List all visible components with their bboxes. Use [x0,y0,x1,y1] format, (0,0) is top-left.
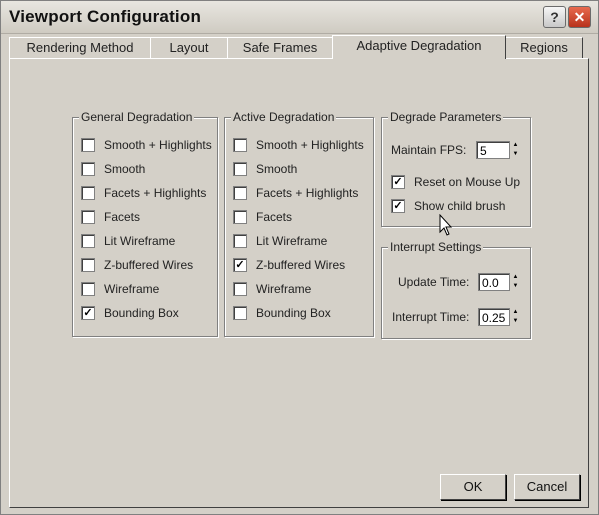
checkbox-box[interactable] [233,186,247,200]
checkbox-box[interactable]: ✓ [233,258,247,272]
reset-on-mouse-up-checkbox[interactable]: ✓ Reset on Mouse Up [391,174,520,190]
active-wireframe-checkbox[interactable]: Wireframe [233,281,311,297]
checkbox-box[interactable] [81,210,95,224]
active-bounding-box-checkbox[interactable]: Bounding Box [233,305,331,321]
checkbox-label: Facets [256,210,293,224]
active-z-buffered-wires-checkbox[interactable]: ✓ Z-buffered Wires [233,257,345,273]
viewport-configuration-dialog: Viewport Configuration ? ✕ Rendering Met… [0,0,599,515]
degrade-parameters-title: Degrade Parameters [388,110,504,124]
general-smooth-highlights-checkbox[interactable]: Smooth + Highlights [81,137,212,153]
general-wireframe-checkbox[interactable]: Wireframe [81,281,159,297]
spin-down-icon[interactable]: ▼ [511,150,520,159]
active-facets-highlights-checkbox[interactable]: Facets + Highlights [233,185,358,201]
active-degradation-group: Active Degradation Smooth + Highlights S… [224,110,374,337]
general-facets-checkbox[interactable]: Facets [81,209,140,225]
degrade-parameters-group: Degrade Parameters Maintain FPS: 5 ▲ ▼ ✓… [381,110,531,227]
interrupt-time-label: Interrupt Time: [392,310,470,324]
cancel-button[interactable]: Cancel [514,474,580,500]
tab-strip: Rendering Method Layout Safe Frames Adap… [9,35,591,59]
active-lit-wireframe-checkbox[interactable]: Lit Wireframe [233,233,327,249]
checkbox-box[interactable] [81,234,95,248]
spin-up-icon[interactable]: ▲ [511,308,520,317]
tab-adaptive-degradation[interactable]: Adaptive Degradation [332,35,506,59]
general-z-buffered-wires-checkbox[interactable]: Z-buffered Wires [81,257,193,273]
tab-regions[interactable]: Regions [505,37,583,58]
interrupt-settings-group: Interrupt Settings Update Time: 0.0 ▲ ▼ … [381,240,531,339]
maintain-fps-label: Maintain FPS: [391,143,467,157]
title-bar[interactable]: Viewport Configuration ? ✕ [1,1,598,34]
checkbox-box[interactable] [81,138,95,152]
checkbox-box[interactable] [233,210,247,224]
general-facets-highlights-checkbox[interactable]: Facets + Highlights [81,185,206,201]
checkbox-label: Lit Wireframe [256,234,328,248]
checkbox-label: Facets + Highlights [104,186,207,200]
tab-layout[interactable]: Layout [150,37,228,58]
checkbox-box[interactable]: ✓ [81,306,95,320]
checkbox-label: Wireframe [104,282,160,296]
checkbox-box[interactable]: ✓ [391,199,405,213]
checkbox-box[interactable]: ✓ [391,175,405,189]
tab-rendering-method[interactable]: Rendering Method [9,37,151,58]
ok-button[interactable]: OK [440,474,506,500]
window-title: Viewport Configuration [9,7,202,26]
spin-down-icon[interactable]: ▼ [511,282,520,291]
interrupt-time-input[interactable]: 0.25 [478,308,510,326]
interrupt-time-spinner[interactable]: ▲ ▼ [511,308,520,326]
general-smooth-checkbox[interactable]: Smooth [81,161,145,177]
mouse-pointer-icon [439,214,453,236]
general-degradation-title: General Degradation [79,110,195,124]
maintain-fps-input[interactable]: 5 [476,141,510,159]
general-bounding-box-checkbox[interactable]: ✓ Bounding Box [81,305,179,321]
help-button[interactable]: ? [543,6,566,28]
checkbox-label: Bounding Box [104,306,179,320]
checkbox-box[interactable] [233,282,247,296]
general-lit-wireframe-checkbox[interactable]: Lit Wireframe [81,233,175,249]
maintain-fps-spinner[interactable]: ▲ ▼ [511,141,520,159]
checkbox-label: Smooth + Highlights [256,138,364,152]
interrupt-settings-title: Interrupt Settings [388,240,484,254]
general-degradation-group: General Degradation Smooth + Highlights … [72,110,218,337]
checkbox-box[interactable] [233,162,247,176]
spin-down-icon[interactable]: ▼ [511,317,520,326]
checkbox-box[interactable] [233,138,247,152]
checkbox-label: Facets [104,210,141,224]
update-time-input[interactable]: 0.0 [478,273,510,291]
checkbox-label: Smooth + Highlights [104,138,212,152]
update-time-label: Update Time: [398,275,470,289]
active-smooth-checkbox[interactable]: Smooth [233,161,297,177]
checkbox-label: Wireframe [256,282,312,296]
checkbox-box[interactable] [233,234,247,248]
checkbox-label: Reset on Mouse Up [414,175,521,189]
checkbox-box[interactable] [81,258,95,272]
active-degradation-title: Active Degradation [231,110,337,124]
spin-up-icon[interactable]: ▲ [511,273,520,282]
show-child-brush-checkbox[interactable]: ✓ Show child brush [391,198,505,214]
spin-up-icon[interactable]: ▲ [511,141,520,150]
checkbox-label: Z-buffered Wires [104,258,194,272]
checkbox-label: Z-buffered Wires [256,258,346,272]
checkbox-label: Lit Wireframe [104,234,176,248]
checkbox-label: Show child brush [414,199,506,213]
checkbox-box[interactable] [81,282,95,296]
update-time-spinner[interactable]: ▲ ▼ [511,273,520,291]
checkbox-label: Smooth [256,162,298,176]
checkbox-box[interactable] [81,162,95,176]
tab-panel: General Degradation Smooth + Highlights … [9,58,589,508]
checkbox-label: Facets + Highlights [256,186,359,200]
checkbox-label: Smooth [104,162,146,176]
tab-safe-frames[interactable]: Safe Frames [227,37,333,58]
close-button[interactable]: ✕ [568,6,591,28]
active-facets-checkbox[interactable]: Facets [233,209,292,225]
checkbox-box[interactable] [233,306,247,320]
checkbox-label: Bounding Box [256,306,331,320]
checkbox-box[interactable] [81,186,95,200]
active-smooth-highlights-checkbox[interactable]: Smooth + Highlights [233,137,364,153]
